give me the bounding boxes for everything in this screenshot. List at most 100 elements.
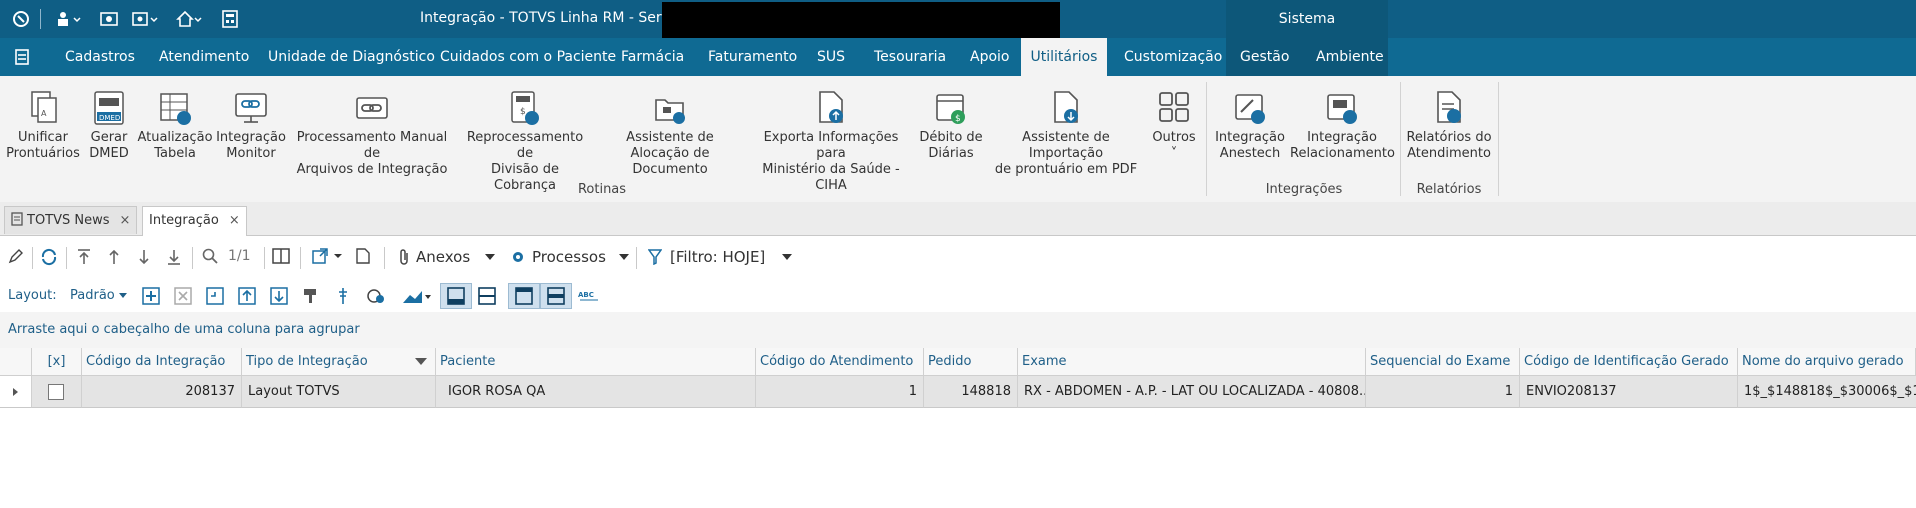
integracao-anestech-button[interactable]: Integração Anestech	[1212, 76, 1288, 162]
menu-customizacao[interactable]: Customização	[1124, 38, 1222, 76]
hamburger-menu-icon[interactable]	[14, 38, 30, 76]
view-mode-2-icon[interactable]	[478, 287, 496, 305]
data-grid: [x] Código da Integração Tipo de Integra…	[0, 348, 1916, 508]
processamento-manual-button[interactable]: Processamento Manual de Arquivos de Inte…	[290, 76, 454, 178]
menu-unidade-diagnostico[interactable]: Unidade de Diagnóstico	[268, 38, 435, 76]
ribbon-label: DMED	[89, 146, 129, 161]
row-expand-toggle[interactable]	[0, 376, 32, 408]
column-header-pedido[interactable]: Pedido	[924, 348, 1018, 376]
anexos-button[interactable]: Anexos	[398, 248, 496, 266]
previous-record-icon[interactable]	[106, 248, 122, 266]
merge-records-icon: A	[31, 91, 57, 123]
menu-faturamento[interactable]: Faturamento	[708, 38, 797, 76]
tab-integracao[interactable]: Integração ×	[142, 206, 247, 236]
alocacao-documento-button[interactable]: Assistente de Alocação de Documento	[596, 76, 744, 178]
cell-codigo-atendimento: 1	[756, 376, 924, 408]
app-menu-icon[interactable]	[12, 9, 30, 29]
filter-dropdown-icon[interactable]	[415, 358, 427, 366]
open-external-icon[interactable]	[312, 248, 342, 264]
menu-utilitarios[interactable]: Utilitários	[1021, 38, 1107, 76]
menu-farmacia[interactable]: Farmácia	[621, 38, 684, 76]
view-mode-4-icon[interactable]	[540, 283, 572, 309]
column-header-codigo-identificacao[interactable]: Código de Identificação Gerado	[1520, 348, 1738, 376]
ribbon-label: Arquivos de Integração	[296, 162, 448, 177]
gear-icon	[513, 252, 523, 262]
outros-button[interactable]: Outros ˅	[1148, 76, 1200, 162]
home-icon[interactable]	[176, 9, 204, 29]
column-header-sequencial-exame[interactable]: Sequencial do Exame	[1366, 348, 1520, 376]
menu-cuidados-paciente[interactable]: Cuidados com o Paciente	[440, 38, 616, 76]
group-by-panel[interactable]: Arraste aqui o cabeçalho de uma coluna p…	[0, 312, 1916, 348]
menu-cadastros[interactable]: Cadastros	[65, 38, 135, 76]
relatorios-atendimento-button[interactable]: Relatórios do Atendimento	[1404, 76, 1494, 162]
import-layout-icon[interactable]	[270, 287, 288, 305]
view-options-icon[interactable]	[132, 9, 160, 29]
column-header-paciente[interactable]: Paciente	[436, 348, 756, 376]
exporta-ciha-button[interactable]: Exporta Informações para Ministério da S…	[748, 76, 914, 194]
processos-button[interactable]: Processos	[510, 248, 630, 266]
columns-icon[interactable]	[272, 248, 290, 264]
integracao-relacionamento-button[interactable]: Integração Relacionamento	[1290, 76, 1395, 162]
group-separator	[1206, 82, 1207, 196]
users-icon[interactable]	[56, 9, 82, 29]
atualizacao-tabela-button[interactable]: Atualização Tabela	[136, 76, 214, 162]
ribbon-label: Tabela	[154, 146, 196, 161]
link-icon	[356, 97, 388, 119]
integracao-monitor-button[interactable]: Integração Monitor	[214, 76, 288, 162]
reprocess-icon: $	[511, 91, 539, 125]
column-header-nome-arquivo[interactable]: Nome do arquivo gerado	[1738, 348, 1916, 376]
eye-icon[interactable]	[100, 9, 118, 29]
view-mode-3-icon[interactable]	[508, 283, 540, 309]
importacao-pdf-button[interactable]: Assistente de Importação de prontuário e…	[986, 76, 1146, 178]
debito-diarias-button[interactable]: $ Débito de Diárias	[918, 76, 984, 162]
row-checkbox[interactable]	[48, 384, 64, 400]
ribbon-label: Integração	[216, 130, 286, 145]
column-header-select[interactable]: [x]	[32, 348, 82, 376]
pin-icon[interactable]	[334, 287, 352, 305]
svg-text:$: $	[955, 114, 961, 124]
search-icon[interactable]	[202, 248, 218, 264]
add-layout-icon[interactable]	[142, 287, 160, 305]
menu-tesouraria[interactable]: Tesouraria	[874, 38, 946, 76]
chart-icon[interactable]	[402, 287, 432, 305]
menu-sus[interactable]: SUS	[817, 38, 845, 76]
column-header-exame[interactable]: Exame	[1018, 348, 1366, 376]
view-mode-1-icon[interactable]	[440, 283, 472, 309]
tab-totvs-news[interactable]: TOTVS News ×	[4, 206, 138, 234]
refresh-icon[interactable]	[40, 248, 58, 266]
filter-button[interactable]: [Filtro: HOJE]	[648, 248, 793, 266]
close-icon[interactable]: ×	[120, 213, 131, 228]
save-layout-icon[interactable]	[206, 287, 224, 305]
menu-gestao[interactable]: Gestão	[1240, 38, 1289, 76]
format-painter-icon[interactable]	[302, 287, 320, 305]
menu-ambiente[interactable]: Ambiente	[1316, 38, 1384, 76]
export-layout-icon[interactable]	[238, 287, 256, 305]
window-title: Integração - TOTVS Linha RM - Serviços	[420, 10, 698, 26]
ribbon-label: Outros	[1152, 130, 1196, 145]
delete-layout-icon[interactable]	[174, 287, 192, 305]
document-icon[interactable]	[356, 248, 370, 264]
column-header-codigo-atendimento[interactable]: Código do Atendimento	[756, 348, 924, 376]
column-header-tipo-integracao[interactable]: Tipo de Integração	[242, 348, 436, 376]
menu-apoio[interactable]: Apoio	[970, 38, 1009, 76]
calculator-icon[interactable]	[222, 9, 238, 29]
unificar-prontuarios-button[interactable]: A Unificar Prontuários	[4, 76, 82, 162]
ribbon-label: Diárias	[928, 146, 974, 161]
layout-select[interactable]: Padrão	[70, 288, 127, 303]
next-record-icon[interactable]	[136, 248, 152, 266]
document-tab-strip: TOTVS News × Integração ×	[0, 202, 1916, 236]
close-icon[interactable]: ×	[229, 213, 240, 228]
last-record-icon[interactable]	[166, 248, 182, 266]
column-header-codigo-integracao[interactable]: Código da Integração	[82, 348, 242, 376]
dmed-icon: DMED	[94, 91, 124, 125]
color-icon[interactable]	[366, 287, 386, 305]
first-record-icon[interactable]	[76, 248, 92, 266]
gerar-dmed-button[interactable]: DMED Gerar DMED	[84, 76, 134, 162]
cell-tipo-integracao: Layout TOTVS	[242, 376, 436, 408]
edit-icon[interactable]	[8, 248, 24, 264]
group-by-hint: Arraste aqui o cabeçalho de uma coluna p…	[8, 322, 360, 337]
monitor-link-icon	[235, 93, 267, 123]
menu-atendimento[interactable]: Atendimento	[159, 38, 249, 76]
spellcheck-icon[interactable]: ABC	[578, 288, 600, 302]
reprocessamento-button[interactable]: $ Reprocessamento de Divisão de Cobrança	[458, 76, 592, 194]
